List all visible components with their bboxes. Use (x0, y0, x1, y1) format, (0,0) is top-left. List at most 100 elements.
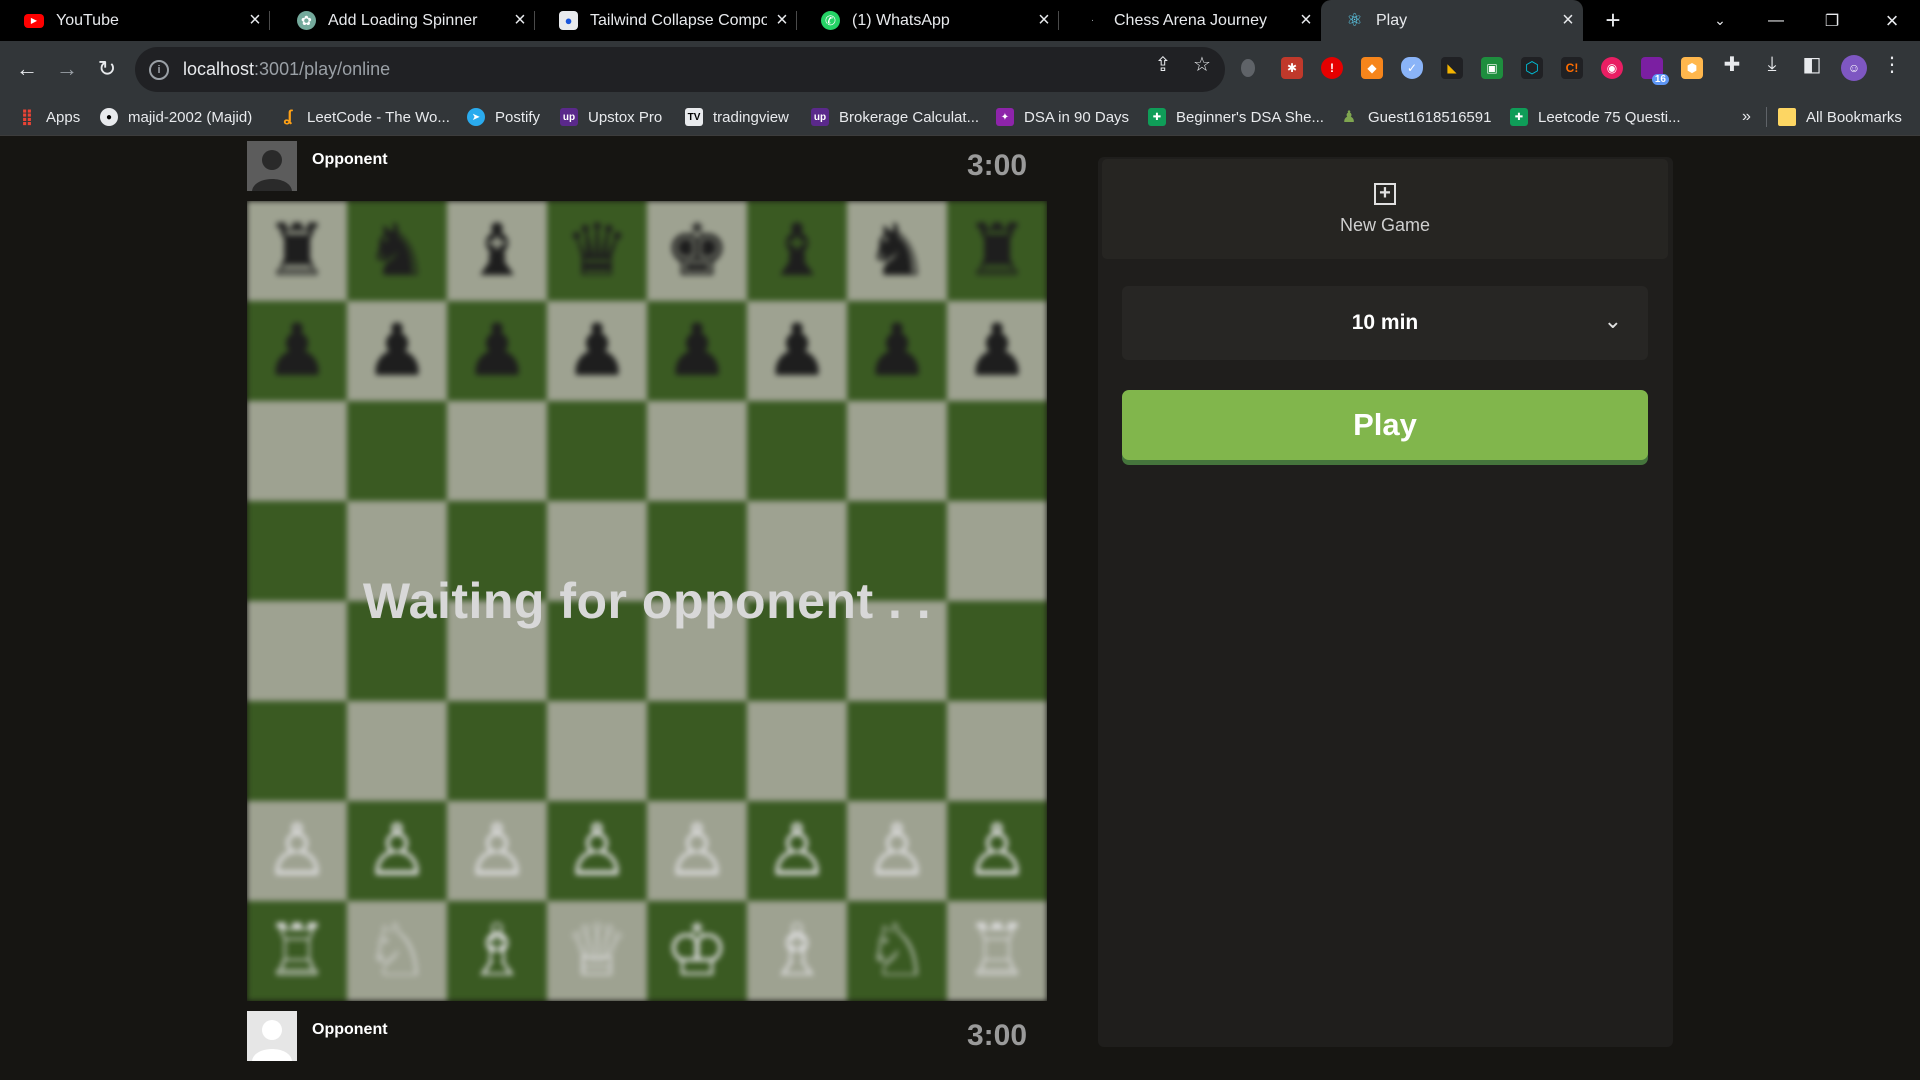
top-player-clock: 3:00 (966, 149, 1027, 182)
play-button-label: Play (1353, 407, 1417, 442)
extension-stairs-icon[interactable]: ◣ (1441, 57, 1463, 79)
bookmark-tradingview[interactable]: TV tradingview (685, 98, 789, 136)
url-text[interactable]: localhost:3001/play/online (183, 59, 390, 80)
bookmark-dsa-90-days[interactable]: ✦ DSA in 90 Days (996, 98, 1129, 136)
game-side-panel: + New Game 10 min ⌄ Play (1098, 157, 1673, 1047)
extension-badge-count: 16 (1651, 74, 1669, 85)
bottom-player-clock: 3:00 (966, 1019, 1027, 1052)
close-window-button[interactable]: × (1864, 0, 1920, 41)
tab-title: Chess Arena Journey (1114, 11, 1267, 29)
bookmark-label: Upstox Pro (588, 108, 663, 126)
close-icon[interactable]: × (1029, 9, 1059, 32)
bookmark-label: Apps (46, 108, 81, 126)
forward-button[interactable]: → (50, 52, 84, 86)
browser-tab-strip: ▶ YouTube × ✿ Add Loading Spinner × ● Ta… (0, 0, 1920, 41)
new-game-tab[interactable]: + New Game (1102, 159, 1668, 259)
menu-kebab-icon[interactable]: ⋮ (1879, 52, 1905, 76)
profile-avatar[interactable]: ☺ (1841, 55, 1867, 81)
chess-board[interactable]: ♜ ♞ ♝ ♛ ♚ ♝ ♞ ♜ ♟ ♟ ♟ ♟ ♟ ♟ ♟ ♟ ♙ ♙ ♙ ♙ ♙ ♙ ♙ ♙ ♖ ♘ ♗ ♕ ♔ ♗ ♘ ♖ Waiting… (247, 201, 1047, 1001)
tab-separator (269, 11, 270, 30)
bookmark-label: Leetcode 75 Questi... (1538, 108, 1681, 126)
extension-puzzle-icon[interactable]: ✱ (1281, 57, 1303, 79)
bookmark-leetcode[interactable]: ʆ LeetCode - The Wo... (279, 98, 450, 136)
play-page: Opponent 3:00 ♜ ♞ ♝ ♛ ♚ ♝ ♞ ♜ ♟ ♟ ♟ ♟ ♟ ♟ ♟ ♟ ♙ ♙ ♙ ♙ ♙ ♙ ♙ ♙ ♖ ♘… (0, 136, 1920, 1080)
url-path: :3001/play/online (254, 59, 391, 79)
folder-icon (1778, 108, 1796, 126)
top-player-bar: Opponent 3:00 (247, 141, 1027, 193)
site-info-icon[interactable]: i (149, 59, 169, 80)
extension-hex-icon[interactable]: ⬢ (1681, 57, 1703, 79)
bookmark-star-icon[interactable]: ☆ (1189, 52, 1215, 76)
all-bookmarks-folder[interactable]: All Bookmarks (1778, 98, 1902, 136)
apps-grid-icon: ⣿ (20, 109, 34, 126)
bottom-player-name: Opponent (312, 1021, 388, 1038)
reload-button[interactable]: ↻ (90, 52, 124, 86)
play-button[interactable]: Play (1122, 390, 1648, 460)
bookmarks-bar: ⣿ Apps ● majid-2002 (Majid) ʆ LeetCode -… (0, 98, 1920, 136)
url-host: localhost (183, 59, 255, 79)
top-player-name: Opponent (312, 151, 388, 168)
chatgpt-icon: ✿ (297, 11, 316, 30)
bookmark-leetcode-75[interactable]: ✚ Leetcode 75 Questi... (1510, 98, 1681, 136)
extension-badge-icon[interactable]: 16 (1641, 57, 1669, 85)
sheets-icon: ✚ (1148, 108, 1166, 126)
extension-lock-icon[interactable]: ▣ (1481, 57, 1503, 79)
chess-icon: · (1090, 15, 1095, 26)
tradingview-icon: TV (685, 108, 703, 126)
github-icon: ● (100, 108, 118, 126)
extension-color-icon[interactable]: ◉ (1601, 57, 1623, 79)
restore-button[interactable]: ❐ (1804, 0, 1860, 41)
address-bar[interactable]: i localhost:3001/play/online (135, 47, 1225, 92)
close-icon[interactable]: × (1553, 9, 1583, 32)
tab-title: YouTube (56, 11, 119, 29)
extension-metamask-icon[interactable]: ◆ (1361, 57, 1383, 79)
close-icon[interactable]: × (240, 9, 270, 32)
tab-add-loading-spinner[interactable]: ✿ Add Loading Spinner × (273, 0, 535, 41)
extension-graphql-icon[interactable]: ⬡ (1521, 57, 1543, 79)
tab-chess-arena-journey[interactable]: · Chess Arena Journey × (1059, 0, 1321, 41)
plus-icon: + (1374, 182, 1396, 205)
bookmark-label: Beginner's DSA She... (1176, 108, 1324, 126)
close-icon[interactable]: × (505, 9, 535, 32)
close-icon[interactable]: × (767, 9, 797, 32)
back-button[interactable]: ← (10, 52, 44, 86)
tab-youtube[interactable]: ▶ YouTube × (0, 0, 270, 41)
side-panel-icon[interactable]: ◧ (1799, 52, 1825, 76)
tab-play[interactable]: ⚛ Play × (1321, 0, 1583, 41)
browser-toolbar: ← → ↻ i localhost:3001/play/online ⇪ ☆ ✱… (0, 41, 1920, 98)
bookmark-apps[interactable]: ⣿ Apps (18, 98, 80, 136)
bookmark-label: Brokerage Calculat... (839, 108, 980, 126)
user-silhouette-icon (252, 150, 292, 191)
youtube-icon: ▶ (24, 13, 44, 28)
user-silhouette-icon (252, 1020, 292, 1061)
minimize-button[interactable]: — (1748, 0, 1804, 41)
waiting-overlay: Waiting for opponent . . (247, 201, 1047, 1001)
whatsapp-icon: ✆ (821, 11, 840, 30)
extension-ci-icon[interactable]: C! (1561, 57, 1583, 79)
bookmark-postify[interactable]: ➤ Postify (467, 98, 540, 136)
bookmark-upstox-pro[interactable]: up Upstox Pro (560, 98, 662, 136)
download-icon[interactable]: ⤓ (1759, 52, 1785, 76)
extension-mouse-icon[interactable] (1241, 59, 1255, 77)
share-icon[interactable]: ⇪ (1150, 52, 1176, 76)
bookmark-brokerage-calculator[interactable]: up Brokerage Calculat... (811, 98, 979, 136)
extension-shield-icon[interactable]: ! (1321, 57, 1343, 79)
bookmark-guest[interactable]: ♟ Guest1618516591 (1340, 98, 1492, 136)
bookmark-label: Postify (495, 108, 541, 126)
tab-title: Add Loading Spinner (328, 11, 478, 29)
leetcode-icon: ʆ (283, 108, 293, 125)
tab-tailwind-collapse[interactable]: ● Tailwind Collapse Compon × (535, 0, 797, 41)
bookmark-github[interactable]: ● majid-2002 (Majid) (100, 98, 252, 136)
dsa-icon: ✦ (996, 108, 1014, 126)
bookmark-beginners-dsa-sheet[interactable]: ✚ Beginner's DSA She... (1148, 98, 1324, 136)
extensions-puzzle-icon[interactable]: ✚ (1719, 52, 1745, 76)
bookmarks-divider (1766, 98, 1767, 136)
extension-guard-icon[interactable]: ✓ (1401, 57, 1423, 79)
close-icon[interactable]: × (1291, 9, 1321, 32)
tab-search-chevron-icon[interactable]: ⌄ (1692, 0, 1748, 41)
more-bookmarks-button[interactable]: » (1742, 98, 1751, 136)
new-tab-button[interactable]: + (1585, 0, 1641, 41)
time-control-select[interactable]: 10 min ⌄ (1122, 286, 1648, 360)
tab-whatsapp[interactable]: ✆ (1) WhatsApp × (797, 0, 1059, 41)
waiting-text: Waiting for opponent . . (362, 573, 932, 629)
